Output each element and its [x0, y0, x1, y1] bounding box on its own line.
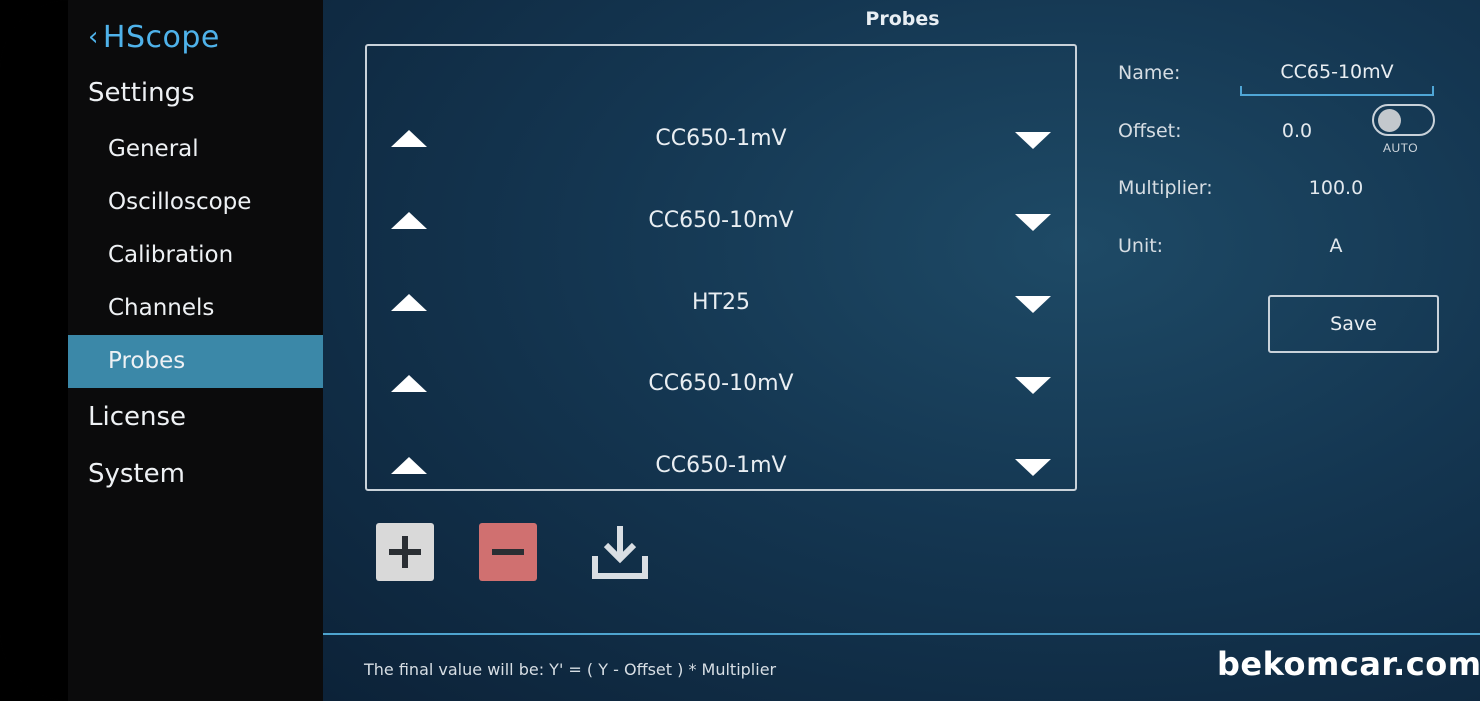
- main-panel: Probes CC650-1mV CC650-10mV HT25 CC650-1…: [323, 0, 1480, 701]
- probe-row[interactable]: CC650-1mV: [367, 433, 1075, 489]
- move-up-icon[interactable]: [391, 294, 427, 311]
- watermark: bekomcar.com: [1217, 645, 1480, 683]
- save-button[interactable]: Save: [1268, 295, 1439, 353]
- add-probe-button[interactable]: [376, 523, 434, 581]
- sidebar-item-oscilloscope[interactable]: Oscilloscope: [68, 176, 323, 229]
- page-title: Probes: [865, 8, 940, 30]
- sidebar-item-probes[interactable]: Probes: [68, 335, 323, 388]
- move-down-icon[interactable]: [1015, 214, 1051, 231]
- probe-list[interactable]: CC650-1mV CC650-10mV HT25 CC650-10mV CC6…: [365, 44, 1077, 491]
- sidebar-item-calibration[interactable]: Calibration: [68, 229, 323, 282]
- move-up-icon[interactable]: [391, 212, 427, 229]
- offset-value[interactable]: 0.0: [1263, 120, 1331, 142]
- sidebar-item-system[interactable]: System: [88, 459, 185, 489]
- sidebar-item-general[interactable]: General: [68, 123, 323, 176]
- name-value: CC65-10mV: [1280, 61, 1394, 83]
- sidebar-item-license[interactable]: License: [88, 402, 186, 432]
- probe-row[interactable]: CC650-10mV: [367, 351, 1075, 411]
- multiplier-value[interactable]: 100.0: [1286, 177, 1386, 199]
- probe-name[interactable]: CC650-10mV: [447, 371, 995, 396]
- name-label: Name:: [1118, 62, 1181, 84]
- sidebar-item-settings[interactable]: Settings: [88, 78, 195, 108]
- chevron-left-icon: ‹: [88, 22, 99, 52]
- download-icon: [592, 526, 648, 579]
- offset-label: Offset:: [1118, 120, 1182, 142]
- app-title: HScope: [102, 20, 220, 55]
- divider: [323, 633, 1480, 635]
- unit-value[interactable]: A: [1316, 235, 1356, 257]
- auto-label: AUTO: [1383, 141, 1419, 155]
- move-down-icon[interactable]: [1015, 459, 1051, 476]
- unit-label: Unit:: [1118, 235, 1164, 257]
- probe-name[interactable]: CC650-1mV: [447, 126, 995, 151]
- toggle-knob: [1378, 109, 1401, 132]
- auto-offset-toggle[interactable]: [1372, 104, 1435, 136]
- probe-row[interactable]: CC650-10mV: [367, 188, 1075, 248]
- probe-row[interactable]: CC650-1mV: [367, 106, 1075, 166]
- remove-probe-button[interactable]: [479, 523, 537, 581]
- move-up-icon[interactable]: [391, 457, 427, 474]
- formula-note: The final value will be: Y' = ( Y - Offs…: [364, 660, 777, 679]
- probe-name[interactable]: CC650-1mV: [447, 453, 995, 478]
- download-button[interactable]: [589, 520, 651, 582]
- probe-name[interactable]: CC650-10mV: [447, 208, 995, 233]
- move-up-icon[interactable]: [391, 130, 427, 147]
- sidebar-item-channels[interactable]: Channels: [68, 282, 323, 335]
- probe-row[interactable]: HT25: [367, 270, 1075, 330]
- back-button[interactable]: ‹ HScope: [88, 20, 220, 55]
- move-up-icon[interactable]: [391, 375, 427, 392]
- move-down-icon[interactable]: [1015, 132, 1051, 149]
- sidebar: ‹ HScope Settings General Oscilloscope Ca…: [0, 0, 323, 701]
- probe-name[interactable]: HT25: [447, 290, 995, 315]
- move-down-icon[interactable]: [1015, 377, 1051, 394]
- move-down-icon[interactable]: [1015, 296, 1051, 313]
- name-field[interactable]: [1240, 86, 1434, 96]
- multiplier-label: Multiplier:: [1118, 177, 1213, 199]
